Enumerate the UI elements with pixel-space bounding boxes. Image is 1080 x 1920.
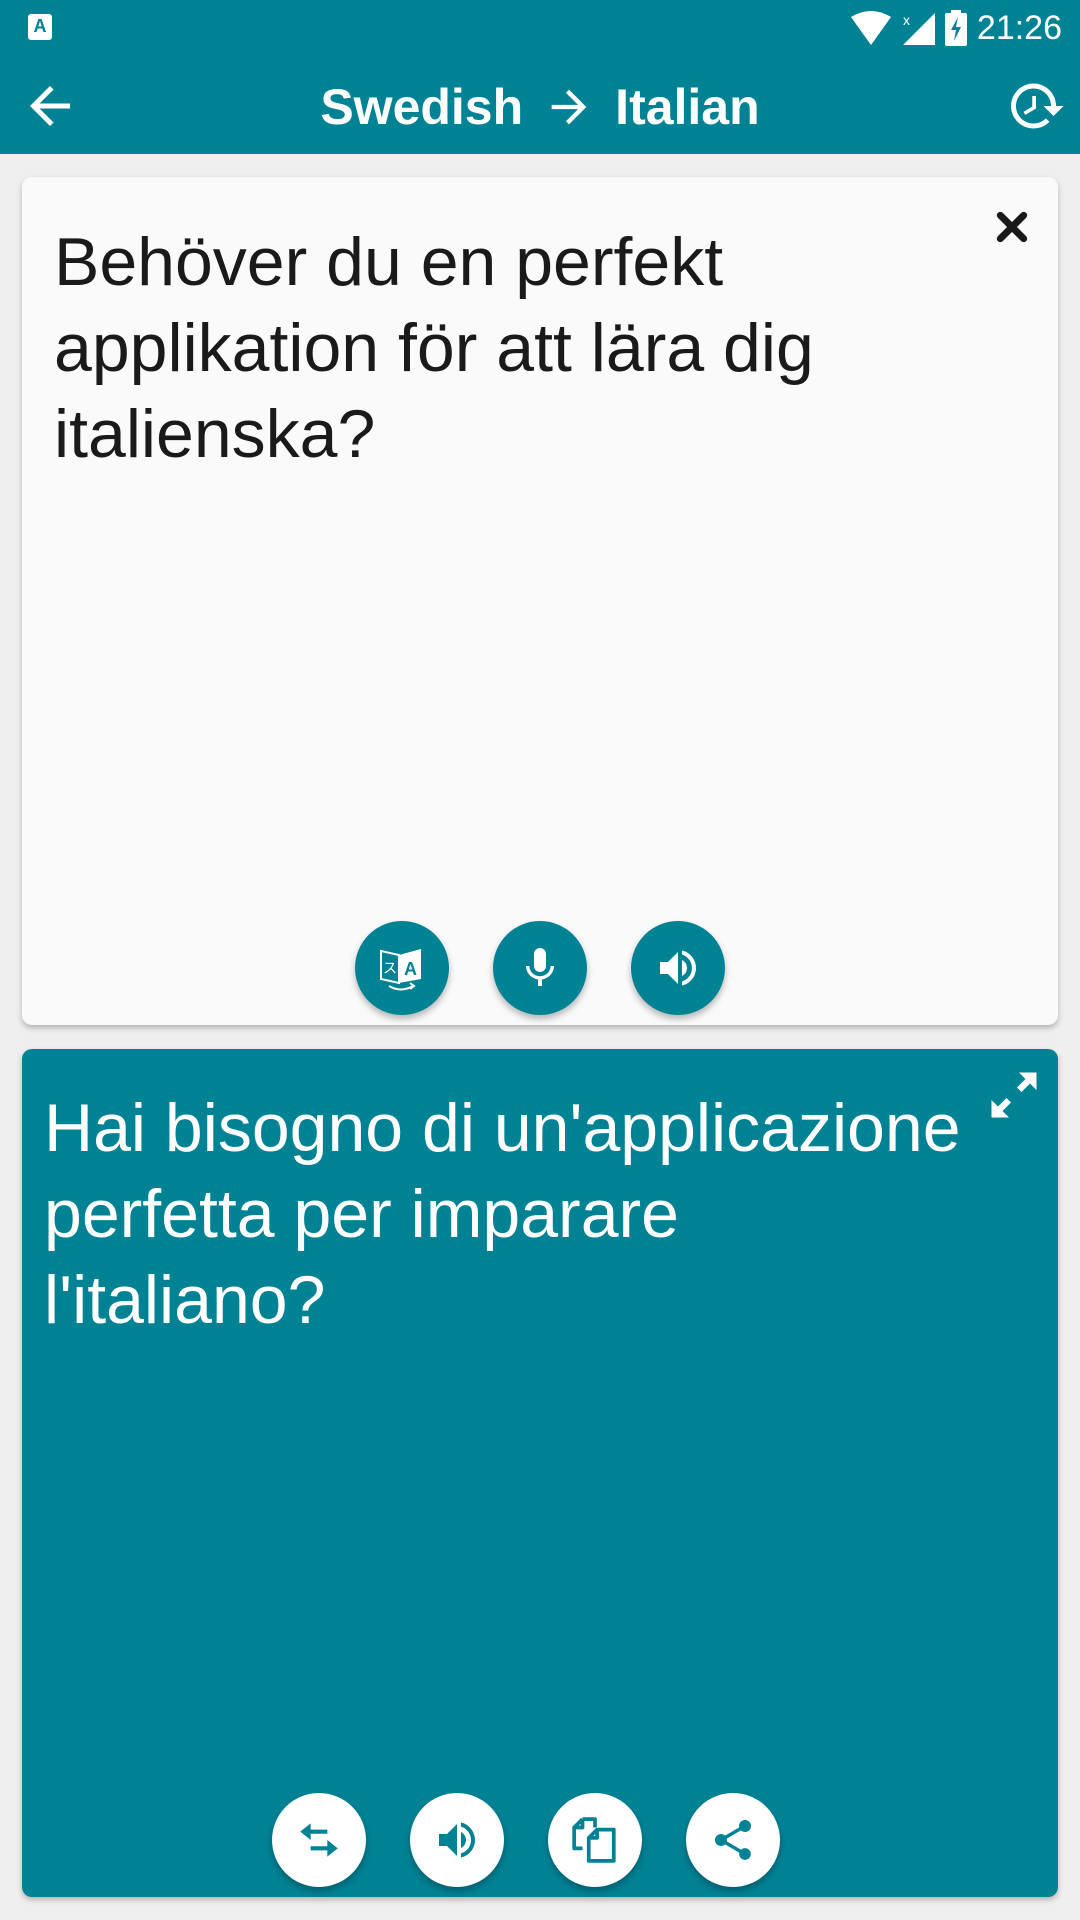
svg-text:x: x [903,12,910,28]
svg-text:ス: ス [383,961,397,977]
status-bar: A x 21:26 [0,0,1080,56]
source-card: Behöver du en perfekt applikation för at… [22,177,1058,1025]
language-pair-title[interactable]: Swedish Italian [0,78,1080,136]
signal-no-data-icon: x [901,11,935,45]
source-text-input[interactable]: Behöver du en perfekt applikation för at… [54,219,978,477]
translation-card: Hai bisogno di un'applicazione perfetta … [22,1049,1058,1897]
history-button[interactable] [1006,76,1066,136]
clock: 21:26 [976,8,1062,47]
copy-button[interactable] [548,1793,642,1887]
swap-icon [300,1823,338,1857]
wifi-icon [850,11,891,45]
share-icon [715,1820,751,1860]
close-icon [996,211,1028,243]
source-language-label: Swedish [320,79,524,135]
swap-languages-button[interactable] [272,1793,366,1887]
translate-button[interactable]: A ス [355,921,449,1015]
translation-actions [0,1793,1058,1887]
translate-icon: A ス [380,949,421,991]
status-icons: x 21:26 [850,8,1062,48]
microphone-icon [526,948,554,986]
target-language-label: Italian [615,79,760,135]
share-button[interactable] [686,1793,780,1887]
clear-button[interactable] [984,199,1040,255]
app-bar: Swedish Italian [0,56,1080,154]
svg-text:A: A [404,959,417,979]
arrow-right-icon [543,81,595,133]
copy-icon [572,1817,616,1863]
fullscreen-expand-icon [991,1072,1037,1118]
history-icon [1011,83,1064,129]
translation-text: Hai bisogno di un'applicazione perfetta … [44,1090,961,1338]
speak-source-button[interactable] [631,921,725,1015]
battery-charging-icon [944,10,967,46]
speaker-icon [660,950,696,986]
source-actions: A ス [22,921,1058,1015]
microphone-button[interactable] [493,921,587,1015]
app-notification-icon: A [28,14,52,40]
speak-target-button[interactable] [410,1793,504,1887]
expand-button[interactable] [984,1065,1044,1125]
speaker-icon [439,1822,475,1858]
